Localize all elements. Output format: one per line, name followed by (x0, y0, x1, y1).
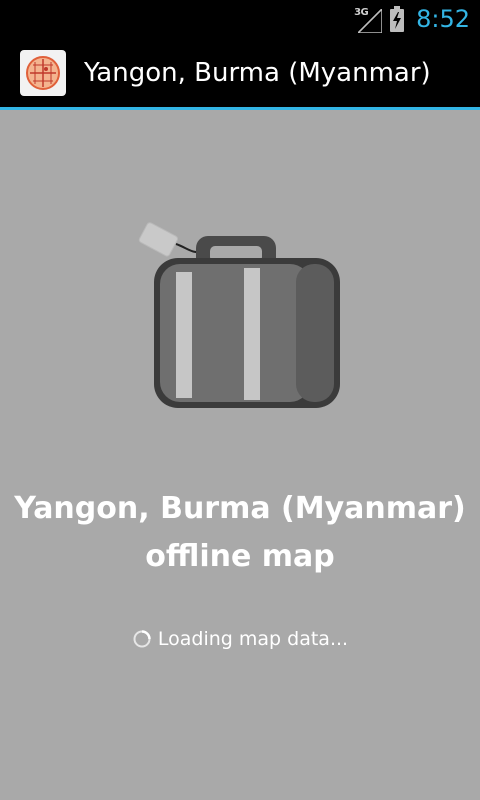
action-bar-title: Yangon, Burma (Myanmar) (84, 57, 431, 88)
headline-city: Yangon, Burma (Myanmar) (14, 491, 466, 526)
map-app-icon[interactable] (20, 49, 66, 96)
loading-indicator: Loading map data... (0, 628, 480, 650)
offline-map-headline: Yangon, Burma (Myanmar) offline map (0, 485, 480, 581)
signal-icon: 3G (354, 5, 383, 33)
spinner-icon (133, 630, 151, 648)
suitcase-icon (138, 222, 340, 408)
action-bar: Yangon, Burma (Myanmar) (0, 38, 480, 107)
splash-content: Yangon, Burma (Myanmar) offline map Load… (0, 110, 480, 800)
loading-text: Loading map data... (157, 628, 349, 650)
headline-subtitle: offline map (145, 539, 335, 574)
status-icons: 3G 8:52 (354, 0, 470, 38)
status-bar: 3G 8:52 (0, 0, 480, 38)
clock: 8:52 (416, 5, 470, 33)
battery-charging-icon (390, 6, 405, 32)
